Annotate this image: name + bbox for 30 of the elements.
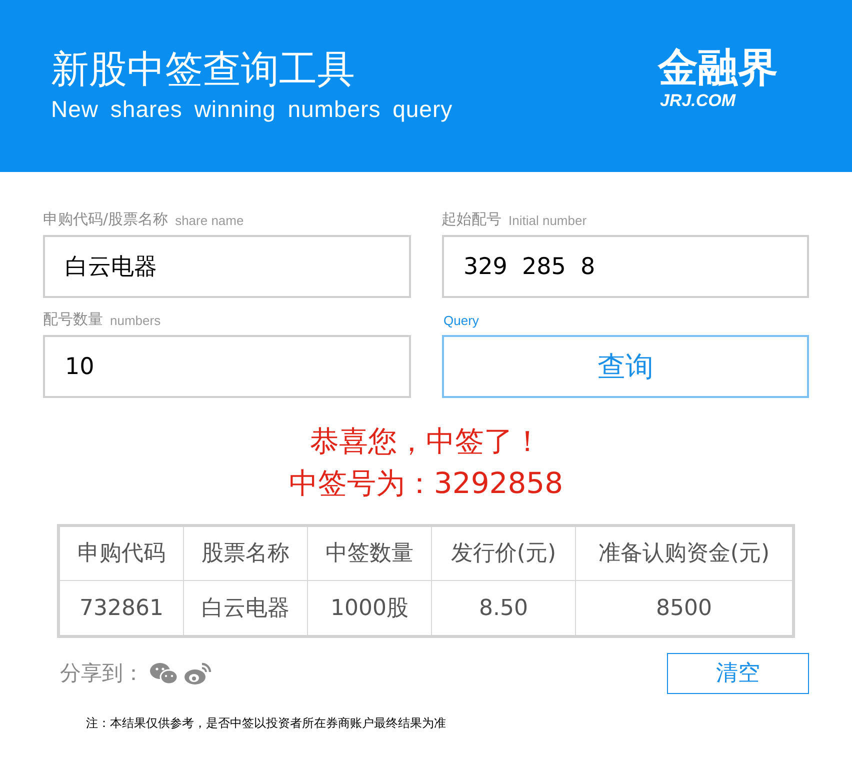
result-message: 恭喜您，中签了！ xyxy=(310,423,542,460)
share-label: 分享到： xyxy=(60,660,144,687)
column-header: 股票名称 xyxy=(184,527,308,580)
table-cell-text: 8500 xyxy=(655,594,713,622)
field-label: 起始配号 xyxy=(442,208,502,230)
table-cell: 732861 xyxy=(60,581,184,635)
field-label: 配号数量 xyxy=(43,308,103,330)
field-hint: Query xyxy=(444,312,479,330)
header-subtitle: New shares winning numbers query xyxy=(51,95,453,124)
table-cell: 8.50 xyxy=(432,581,576,635)
wechat-icon[interactable] xyxy=(150,662,178,686)
header-title: 新股中签查询工具 xyxy=(51,48,356,90)
disclaimer-note: 注：本结果仅供参考，是否中签以投资者所在券商账户最终结果为准 xyxy=(85,715,447,732)
logo-domain: JRJ.COM xyxy=(660,90,736,112)
table-cell: 白云电器 xyxy=(184,581,308,635)
result-message: 中签号为：3292858 xyxy=(288,465,564,502)
field-label: 申购代码/股票名称 xyxy=(43,208,168,230)
field-hint: numbers xyxy=(110,312,161,330)
input-field[interactable]: 白云电器 xyxy=(43,235,410,298)
field-hint: share name xyxy=(175,212,244,230)
input-field[interactable]: 329 285 8 xyxy=(442,235,809,298)
table-cell: 1000股 xyxy=(308,581,432,635)
column-header: 中签数量 xyxy=(308,527,432,580)
weibo-icon[interactable] xyxy=(184,662,212,686)
column-header: 发行价(元) xyxy=(432,527,576,580)
column-header: 申购代码 xyxy=(60,527,184,580)
input-field[interactable]: 10 xyxy=(43,335,410,398)
logo-name: 金融界 xyxy=(658,46,778,90)
field-hint: Initial number xyxy=(508,212,587,230)
column-header: 准备认购资金(元) xyxy=(597,540,771,568)
